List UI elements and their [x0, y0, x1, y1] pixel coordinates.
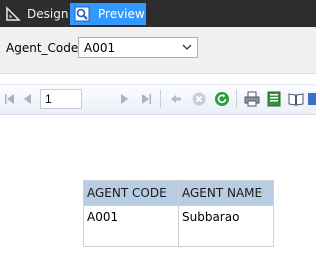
tab-preview[interactable]: Preview — [70, 3, 146, 25]
last-page-icon[interactable] — [138, 91, 154, 107]
agent-code-dropdown[interactable]: A001 — [78, 37, 198, 58]
next-page-icon[interactable] — [116, 91, 132, 107]
page-setup-icon[interactable] — [288, 91, 304, 107]
view-tab-bar: Design Preview — [0, 0, 316, 27]
agent-code-value: A001 — [84, 41, 116, 55]
agent-code-label: Agent_Code — [6, 41, 79, 55]
agent-code-cell: A001 — [83, 205, 179, 247]
report-toolbar — [0, 84, 316, 115]
table-row: A001 Subbarao — [83, 205, 274, 247]
toolbar-separator — [236, 90, 237, 108]
agent-report-table: AGENT CODE AGENT NAME A001 Subbarao — [83, 180, 274, 247]
print-icon[interactable] — [244, 91, 260, 107]
back-arrow-icon[interactable] — [168, 91, 184, 107]
chevron-down-icon — [181, 41, 193, 53]
export-icon[interactable] — [308, 91, 320, 107]
tab-design-label: Design — [27, 7, 69, 21]
stop-icon[interactable] — [191, 91, 207, 107]
tab-preview-label: Preview — [98, 7, 145, 21]
column-header-agent-name: AGENT NAME — [178, 180, 274, 206]
toolbar-separator — [160, 90, 161, 108]
column-header-agent-code: AGENT CODE — [83, 180, 179, 206]
previous-page-icon[interactable] — [20, 91, 36, 107]
table-header-row: AGENT CODE AGENT NAME — [83, 180, 274, 206]
parameter-bar: Agent_Code A001 — [0, 27, 316, 74]
ruler-triangle-icon — [5, 6, 21, 22]
refresh-icon[interactable] — [214, 91, 230, 107]
magnifier-icon — [74, 6, 90, 22]
agent-name-cell: Subbarao — [178, 205, 274, 247]
first-page-icon[interactable] — [2, 91, 18, 107]
page-layout-icon[interactable] — [266, 91, 282, 107]
page-number-input[interactable] — [40, 89, 82, 109]
tab-design[interactable]: Design — [2, 3, 69, 25]
